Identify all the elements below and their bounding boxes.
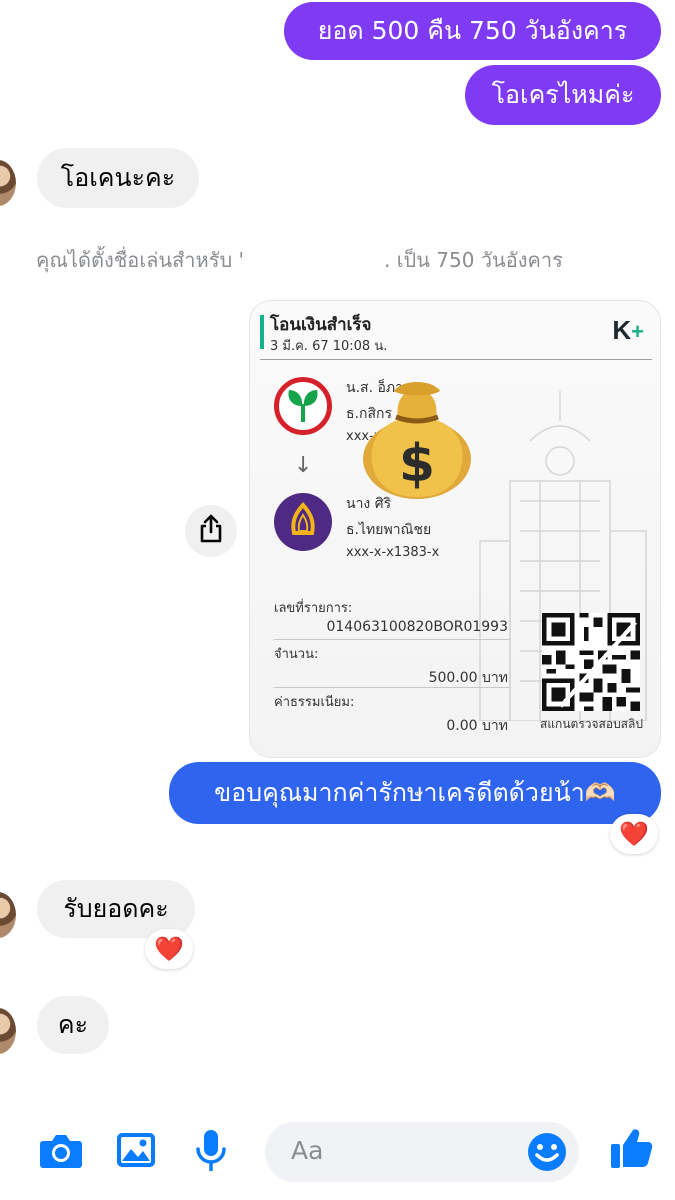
outgoing-message[interactable]: โอเครไหมค่ะ (465, 65, 661, 125)
slip-title: โอนเงินสำเร็จ (270, 315, 372, 335)
slip-datetime: 3 มี.ค. 67 10:08 น. (270, 339, 388, 354)
message-text: รับยอดคะ (63, 894, 169, 923)
scb-logo (274, 493, 332, 551)
reference-value: 014063100820BOR01993 (326, 619, 508, 635)
outgoing-message[interactable]: ยอด 500 คืน 750 วันอังคาร (284, 2, 661, 60)
fee-label: ค่าธรรมเนียม: (274, 695, 355, 710)
like-button[interactable] (608, 1128, 654, 1172)
message-text: โอเครไหมค่ะ (491, 80, 635, 109)
camera-icon (39, 1131, 83, 1173)
divider (260, 359, 652, 360)
heart-reaction[interactable]: ❤️ (610, 814, 658, 854)
divider (274, 687, 510, 688)
fee-value: 0.00 บาท (446, 718, 508, 734)
arrow-down-icon: ↓ (294, 453, 313, 478)
kplus-logo-k: K (612, 315, 632, 345)
transfer-slip-image[interactable]: โอนเงินสำเร็จ 3 มี.ค. 67 10:08 น. K+ น.ส… (249, 300, 661, 758)
emoji-button[interactable] (526, 1132, 568, 1176)
svg-text:$: $ (399, 434, 435, 494)
slip-header-accent (260, 315, 264, 349)
camera-button[interactable] (38, 1130, 84, 1174)
message-text: ยอด 500 คืน 750 วันอังคาร (317, 16, 628, 45)
microphone-icon (195, 1129, 227, 1175)
kplus-logo-plus: + (631, 319, 644, 344)
heart-reaction[interactable]: ❤️ (145, 929, 193, 969)
kplus-logo: K+ (612, 315, 644, 346)
incoming-message[interactable]: คะ (37, 996, 109, 1054)
heart-icon: ❤️ (619, 820, 649, 848)
incoming-message[interactable]: โอเคนะคะ (37, 148, 199, 208)
gallery-button[interactable] (115, 1130, 157, 1174)
emoji-icon (527, 1132, 567, 1176)
amount-value: 500.00 บาท (428, 670, 508, 686)
avatar[interactable] (0, 892, 16, 938)
message-text: ขอบคุณมากค่ารักษาเครดีตด้วยน้า🫶🏻 (214, 778, 616, 807)
message-text: คะ (57, 1010, 89, 1039)
receiver-account: xxx-x-x1383-x (346, 545, 440, 560)
share-button[interactable] (185, 505, 237, 557)
receiver-bank: ธ.ไทยพาณิชย (346, 522, 432, 538)
image-icon (116, 1132, 156, 1172)
amount-label: จำนวน: (274, 647, 319, 662)
thumbs-up-icon (609, 1126, 653, 1174)
reference-label: เลขที่รายการ: (274, 601, 353, 616)
money-bag-sticker: $ (363, 382, 471, 499)
more-actions-button[interactable] (0, 1130, 8, 1174)
qr-caption: สแกนตรวจสอบสลิป (540, 717, 643, 731)
share-icon (198, 514, 224, 548)
message-input-placeholder: Aa (291, 1136, 324, 1165)
divider (274, 639, 510, 640)
outgoing-message[interactable]: ขอบคุณมากค่ารักษาเครดีตด้วยน้า🫶🏻 (169, 762, 661, 824)
voice-button[interactable] (193, 1130, 229, 1174)
qr-code (542, 613, 640, 711)
heart-icon: ❤️ (154, 935, 184, 963)
system-message-suffix: . เป็น 750 วันอังคาร (384, 248, 563, 272)
system-message-prefix: คุณได้ตั้งชื่อเล่นสำหรับ (36, 248, 239, 272)
message-text: โอเคนะคะ (60, 163, 176, 192)
system-message: คุณได้ตั้งชื่อเล่นสำหรับ ' . เป็น 750 วัน… (36, 244, 563, 276)
kbank-logo (274, 377, 332, 435)
avatar[interactable] (0, 1008, 16, 1054)
system-message-mark: ' (238, 248, 245, 272)
avatar[interactable] (0, 160, 16, 206)
